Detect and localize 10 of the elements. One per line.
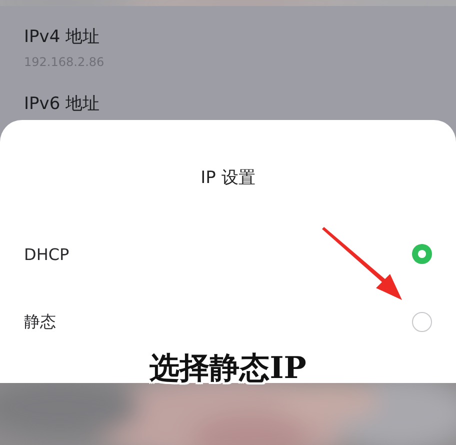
arrow-icon	[320, 226, 404, 302]
dialog-title: IP 设置	[200, 167, 256, 190]
radio-button[interactable]	[412, 312, 432, 332]
option-label: 静态	[24, 312, 56, 332]
caption-text: 选择静态IP	[150, 351, 306, 386]
setting-title: IPv4 地址	[24, 26, 101, 48]
radio-button[interactable]	[412, 244, 432, 264]
setting-title: IPv6 地址	[24, 93, 101, 115]
option-row[interactable]: DHCP	[0, 220, 456, 288]
option-label: DHCP	[24, 244, 70, 264]
